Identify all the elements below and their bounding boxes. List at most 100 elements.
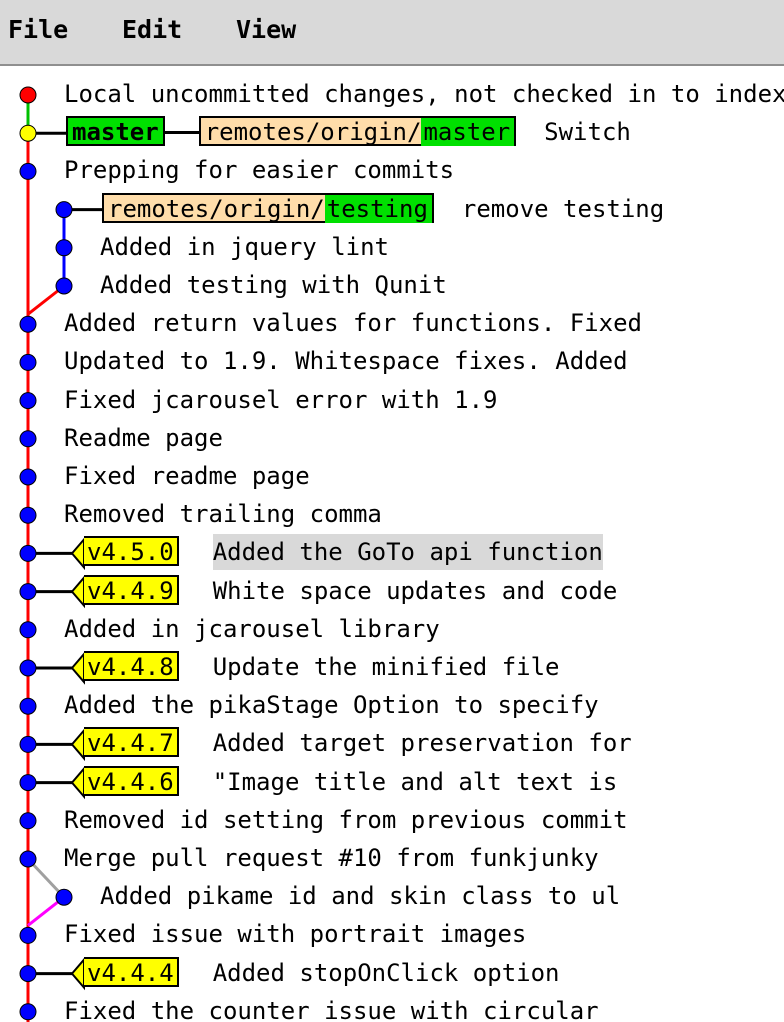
commit-dot bbox=[19, 621, 37, 639]
commit-message: remove testing bbox=[461, 194, 665, 223]
commit-dot bbox=[55, 888, 73, 906]
commit-row[interactable]: v4.4.4 Added stopOnClick option bbox=[84, 955, 559, 993]
commit-message: Added the GoTo api function bbox=[212, 534, 603, 571]
commit-message: Added in jquery lint bbox=[100, 232, 389, 261]
tag-arrow-icon bbox=[70, 956, 85, 991]
commit-row[interactable]: Removed trailing comma bbox=[64, 496, 382, 534]
commit-row[interactable]: Readme page bbox=[64, 420, 223, 458]
remote-branch-ref: remotes/origin/master bbox=[198, 116, 517, 147]
commit-dot bbox=[19, 965, 37, 983]
commit-row[interactable]: v4.4.6 "Image title and alt text is bbox=[84, 764, 617, 802]
ref-link-line bbox=[164, 130, 199, 134]
tag-arrow-icon bbox=[70, 765, 85, 800]
commit-row[interactable]: Fixed the counter issue with circular bbox=[64, 993, 599, 1022]
commit-message: Added stopOnClick option bbox=[212, 958, 560, 987]
commit-dot bbox=[19, 162, 37, 180]
commit-dot bbox=[55, 239, 73, 257]
commit-message: Fixed readme page bbox=[64, 462, 310, 490]
commit-message: Readme page bbox=[64, 423, 223, 452]
version-tag: v4.4.7 bbox=[84, 727, 179, 758]
commit-message: Added in jcarousel library bbox=[64, 614, 440, 643]
commit-row[interactable]: v4.4.7 Added target preservation for bbox=[84, 725, 632, 763]
commit-message: Merge pull request #10 from funkjunky bbox=[64, 844, 599, 872]
commit-dot bbox=[19, 392, 37, 410]
commit-row[interactable]: Local uncommitted changes, not checked i… bbox=[64, 76, 784, 114]
remote-ref-branch: testing bbox=[324, 194, 432, 223]
commit-message: Fixed issue with portrait images bbox=[64, 920, 527, 949]
menu-view[interactable]: View bbox=[236, 14, 296, 46]
commit-message: Removed trailing comma bbox=[64, 500, 382, 529]
commit-row[interactable]: v4.4.9 White space updates and code bbox=[84, 573, 617, 611]
version-tag: v4.4.9 bbox=[84, 574, 179, 605]
commit-row[interactable]: Added testing with Qunit bbox=[100, 267, 447, 305]
commit-row[interactable]: remotes/origin/testing remove testing bbox=[102, 191, 664, 229]
remote-ref-prefix: remotes/origin/ bbox=[108, 194, 325, 223]
commit-dot bbox=[19, 544, 37, 562]
commit-row[interactable]: Fixed issue with portrait images bbox=[64, 916, 526, 954]
menu-edit[interactable]: Edit bbox=[122, 14, 182, 46]
tag-arrow-icon bbox=[70, 536, 85, 571]
commit-dot bbox=[19, 659, 37, 677]
commit-row[interactable]: Fixed readme page bbox=[64, 458, 310, 496]
commit-dot bbox=[19, 735, 37, 753]
commit-message: Fixed the counter issue with circular bbox=[64, 996, 599, 1022]
commit-row[interactable]: Added in jquery lint bbox=[100, 229, 389, 267]
commit-message: Local uncommitted changes, not checked i… bbox=[64, 80, 784, 108]
version-tag: v4.4.6 bbox=[84, 765, 179, 796]
commit-message: Update the minified file bbox=[212, 653, 560, 681]
commit-message: White space updates and code bbox=[212, 576, 618, 605]
commit-dot bbox=[19, 506, 37, 524]
commit-dot bbox=[19, 124, 37, 142]
commit-message: Added return values for functions. Fixed bbox=[64, 309, 642, 338]
commit-dot bbox=[19, 774, 37, 792]
commit-history[interactable]: Local uncommitted changes, not checked i… bbox=[0, 68, 784, 1022]
commit-dot bbox=[19, 812, 37, 830]
commit-row[interactable]: v4.4.8 Update the minified file bbox=[84, 649, 559, 687]
commit-message: Added testing with Qunit bbox=[100, 271, 447, 299]
commit-dot bbox=[19, 926, 37, 944]
tag-arrow-icon bbox=[70, 651, 85, 685]
commit-row[interactable]: Added return values for functions. Fixed bbox=[64, 305, 642, 343]
commit-message: Added the pikaStage Option to specify bbox=[64, 691, 599, 720]
commit-row[interactable]: Added in jcarousel library bbox=[64, 611, 440, 649]
remote-ref-prefix: remotes/origin/ bbox=[204, 118, 422, 147]
remote-ref-branch: master bbox=[421, 118, 515, 147]
remote-branch-ref: remotes/origin/testing bbox=[102, 192, 434, 223]
commit-row[interactable]: v4.5.0 Added the GoTo api function bbox=[84, 534, 603, 572]
commit-message: Prepping for easier commits bbox=[64, 156, 455, 185]
commit-dot bbox=[19, 1003, 37, 1021]
version-tag: v4.4.4 bbox=[84, 956, 179, 987]
commit-row[interactable]: master remotes/origin/master Switch bbox=[66, 114, 631, 152]
commit-dot bbox=[19, 315, 37, 333]
commit-dot bbox=[19, 850, 37, 868]
commit-dot bbox=[55, 201, 73, 219]
tag-arrow-icon bbox=[70, 727, 85, 762]
menu-file[interactable]: File bbox=[8, 14, 68, 46]
commit-message: Removed id setting from previous commit bbox=[64, 805, 628, 834]
local-changes-dot bbox=[19, 86, 37, 104]
commit-dot bbox=[19, 583, 37, 601]
commit-message: Switch bbox=[544, 118, 631, 147]
commit-dot bbox=[19, 353, 37, 371]
commit-row[interactable]: Merge pull request #10 from funkjunky bbox=[64, 840, 599, 878]
commit-dot bbox=[19, 697, 37, 715]
commit-message: Added target preservation for bbox=[212, 729, 632, 758]
commit-message: Updated to 1.9. Whitespace fixes. Added bbox=[64, 347, 628, 376]
version-tag: v4.5.0 bbox=[84, 536, 179, 567]
menu-bar: File Edit View bbox=[0, 0, 784, 66]
commit-message: Added pikame id and skin class to ul bbox=[100, 882, 621, 911]
commit-dot bbox=[55, 277, 73, 295]
commit-row[interactable]: Added the pikaStage Option to specify bbox=[64, 687, 599, 725]
commit-row[interactable]: Updated to 1.9. Whitespace fixes. Added bbox=[64, 343, 628, 381]
commit-row[interactable]: Fixed jcarousel error with 1.9 bbox=[64, 382, 497, 420]
head-branch-ref: master bbox=[66, 116, 165, 147]
commit-row[interactable]: Removed id setting from previous commit bbox=[64, 802, 628, 840]
commit-dot bbox=[19, 468, 37, 486]
commit-row[interactable]: Prepping for easier commits bbox=[64, 152, 454, 190]
version-tag: v4.4.8 bbox=[84, 651, 179, 681]
commit-message: "Image title and alt text is bbox=[212, 767, 618, 796]
commit-message: Fixed jcarousel error with 1.9 bbox=[64, 385, 498, 414]
tag-arrow-icon bbox=[70, 574, 85, 609]
commit-dot bbox=[19, 430, 37, 448]
commit-row[interactable]: Added pikame id and skin class to ul bbox=[100, 878, 620, 916]
